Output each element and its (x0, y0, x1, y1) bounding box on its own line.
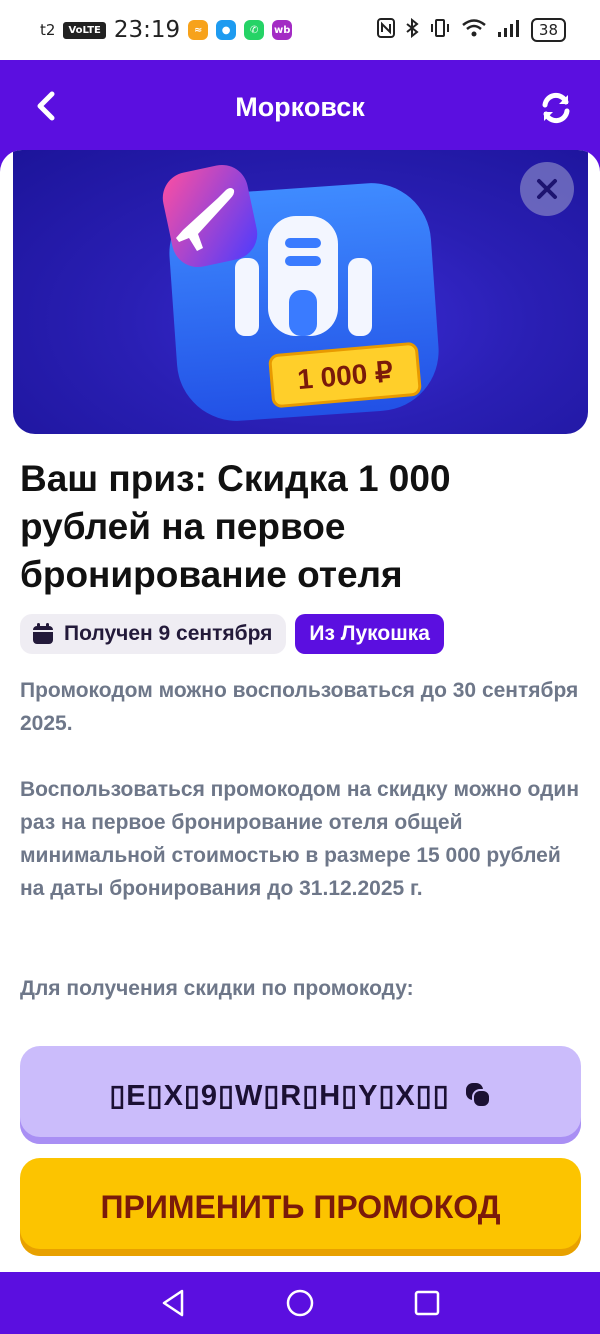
refresh-button[interactable] (536, 88, 576, 128)
chevron-left-icon (37, 91, 55, 121)
bluetooth-icon (405, 17, 419, 43)
nav-recents-button[interactable] (407, 1283, 447, 1323)
prize-meta: Получен 9 сентября Из Лукошка (20, 614, 444, 654)
battery-indicator: 38 (530, 18, 566, 42)
refresh-icon (542, 92, 570, 124)
prize-title: Ваш приз: Скидка 1 000 рублей на первое … (20, 458, 451, 595)
vibrate-icon (429, 18, 451, 43)
apply-promo-button[interactable]: ПРИМЕНИТЬ ПРОМОКОД (20, 1158, 581, 1256)
prize-banner: 1 000 ₽ (13, 150, 588, 434)
status-bar: t2 VoLTE 23:19 ≈ ● ✆ wb 38 (0, 0, 600, 60)
conditions-text: Воспользоваться промокодом на скидку мож… (20, 778, 580, 900)
orange-app-icon: ≈ (188, 20, 209, 40)
whatsapp-icon: ✆ (244, 20, 265, 40)
signal-icon (497, 18, 521, 43)
app-header: Морковск (0, 60, 600, 154)
nav-back-button[interactable] (153, 1283, 193, 1323)
received-date-label: Получен 9 сентября (64, 622, 273, 645)
recents-square-icon (414, 1290, 439, 1316)
home-circle-icon (286, 1289, 314, 1317)
nfc-icon (376, 17, 395, 43)
promo-code: ▯E▯X▯9▯W▯R▯H▯Y▯X▯▯ (109, 1079, 450, 1112)
carrier-label: t2 (40, 21, 56, 39)
back-button[interactable] (28, 88, 64, 124)
wifi-icon (461, 18, 487, 43)
page-title: Морковск (235, 91, 365, 122)
close-icon (537, 179, 557, 199)
copy-icon (465, 1083, 491, 1108)
copy-promo-button[interactable]: ▯E▯X▯9▯W▯R▯H▯Y▯X▯▯ (20, 1046, 581, 1144)
calendar-icon (33, 623, 53, 644)
back-triangle-icon (163, 1289, 184, 1317)
validity-text: Промокодом можно воспользоваться до 30 с… (20, 679, 579, 735)
message-app-icon: ● (216, 20, 237, 40)
apply-promo-label: ПРИМЕНИТЬ ПРОМОКОД (100, 1188, 501, 1225)
volte-badge: VoLTE (63, 21, 106, 39)
close-button[interactable] (520, 162, 574, 216)
clock: 23:19 (113, 17, 181, 43)
wb-app-icon: wb (272, 20, 293, 40)
nav-home-button[interactable] (280, 1283, 320, 1323)
prize-sheet: 1 000 ₽ Ваш приз: Скидка 1 000 рублей на… (0, 150, 600, 1272)
system-nav-bar (0, 1272, 600, 1334)
received-date-chip: Получен 9 сентября (20, 614, 287, 654)
source-chip: Из Лукошка (295, 614, 444, 654)
instruction-text: Для получения скидки по промокоду: (20, 977, 414, 1000)
